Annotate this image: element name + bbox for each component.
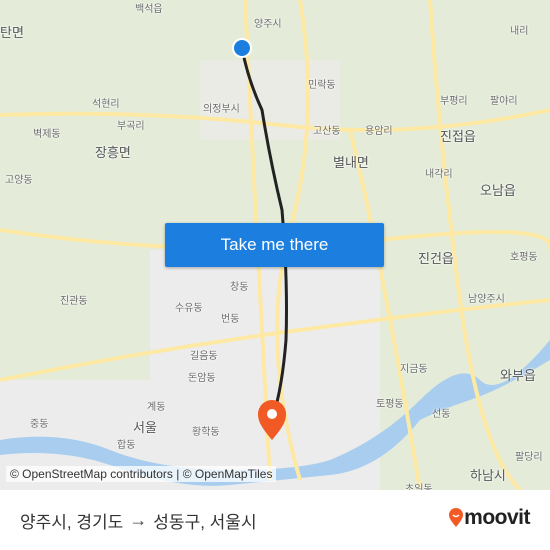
footer: 양주시, 경기도 → 성동구, 서울시 moovit [0,490,550,550]
map-label: 진접읍 [440,129,476,144]
arrow-right-icon: → [129,510,148,530]
map-label: 오남읍 [480,183,516,198]
map-label: 팔야리 [490,96,518,107]
take-me-there-button[interactable]: Take me there [165,223,384,267]
map-label: 초일동 [405,484,433,490]
map-label: 석현리 [92,99,120,110]
map-label: 탄면 [0,25,24,40]
moovit-logo: moovit [448,506,530,530]
map-label: 벽제동 [33,129,61,140]
map-label: 중동 [30,419,49,430]
map-label: 백석읍 [135,4,163,15]
map-label: 돈암동 [188,373,216,384]
map-label: 팔당리 [515,452,543,463]
map-label: 별내면 [333,155,369,170]
map-label: 서울 [133,420,157,435]
map-label: 토평동 [376,399,404,410]
map-label: 합동 [117,440,136,451]
map-label: 고양동 [5,175,33,186]
map-label: 수유동 [175,303,203,314]
origin-name: 양주시, 경기도 [20,513,124,532]
map-label: 하남시 [470,468,506,483]
map-label: 내각리 [425,169,453,180]
origin-marker[interactable] [232,38,252,58]
map-label: 선동 [432,409,451,420]
map-label: 호평동 [510,252,538,263]
map-label: 황학동 [192,427,220,438]
brand-name: moovit [464,506,530,529]
destination-name: 성동구, 서울시 [153,513,257,532]
map-label: 진건읍 [418,251,454,266]
map-label: 의정부시 [203,104,240,115]
map-label: 내리 [510,26,529,37]
map-label: 와부읍 [500,368,536,383]
map[interactable]: 백석읍 양주시 탄면 석현리 의정부시 민락동 고산동 용암리 부평리 팔야리 … [0,0,550,490]
map-label: 민락동 [308,80,336,91]
map-label: 부곡리 [117,121,145,132]
map-attribution[interactable]: © OpenStreetMap contributors | © OpenMap… [6,466,277,482]
map-label: 부평리 [440,96,468,107]
map-label: 진관동 [60,296,88,307]
map-label: 지금동 [400,364,428,375]
map-label: 용암리 [365,126,393,137]
map-label: 고산동 [313,126,341,137]
map-label: 창동 [230,282,249,293]
route-summary: 양주시, 경기도 → 성동구, 서울시 [20,508,257,533]
moovit-pin-icon [449,508,464,527]
map-label: 양주시 [254,19,282,30]
map-label: 번동 [221,314,240,325]
map-label: 남양주시 [468,294,505,305]
map-label: 장흥면 [95,145,131,160]
map-label: 계동 [147,402,166,413]
map-label: 길음동 [190,351,218,362]
